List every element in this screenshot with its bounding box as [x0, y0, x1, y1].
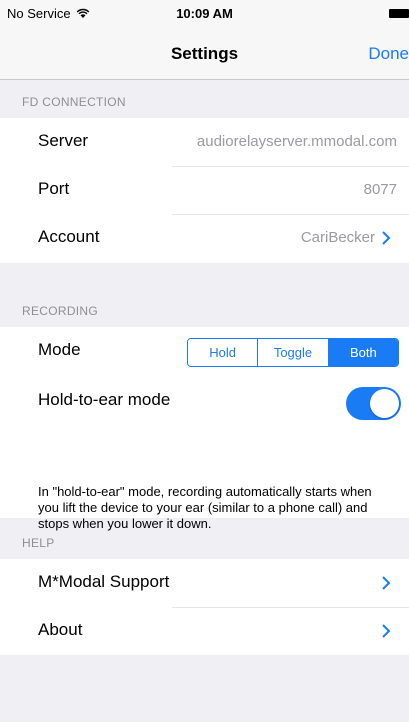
hold-to-ear-row: Hold-to-ear mode — [0, 377, 409, 429]
support-row[interactable]: M*Modal Support — [0, 559, 409, 607]
chevron-right-icon — [382, 624, 391, 638]
help-group: M*Modal Support About — [0, 559, 409, 655]
chevron-right-icon — [382, 231, 391, 245]
about-row[interactable]: About — [0, 607, 409, 655]
page-title: Settings — [170, 44, 239, 63]
done-button[interactable]: Done — [368, 44, 409, 64]
battery-icon — [389, 9, 409, 18]
account-value: CariBecker — [300, 229, 375, 246]
hold-to-ear-footnote: In "hold-to-ear" mode, recording automat… — [38, 484, 372, 531]
mode-option-toggle[interactable]: Toggle — [258, 339, 329, 366]
navigation-bar: Settings Done — [0, 28, 409, 80]
account-label: Account — [38, 227, 100, 246]
connection-group: Server audiorelayserver.mmodal.com Port … — [0, 118, 409, 263]
mode-row: Mode Hold Toggle Both — [0, 327, 409, 377]
section-header-connection: FD CONNECTION — [22, 95, 126, 109]
server-row[interactable]: Server audiorelayserver.mmodal.com — [0, 118, 409, 166]
server-label: Server — [38, 131, 89, 150]
toggle-knob — [370, 389, 399, 418]
port-row[interactable]: Port 8077 — [0, 166, 409, 214]
port-value[interactable]: 8077 — [364, 181, 397, 198]
account-row[interactable]: Account CariBecker — [0, 214, 409, 262]
status-bar: No Service 10:09 AM — [0, 0, 409, 28]
section-header-recording: RECORDING — [22, 304, 99, 318]
mode-label: Mode — [38, 340, 81, 359]
section-header-help: HELP — [22, 536, 55, 550]
hold-to-ear-toggle[interactable] — [346, 387, 401, 420]
about-label: About — [38, 620, 83, 639]
server-value[interactable]: audiorelayserver.mmodal.com — [197, 133, 397, 150]
chevron-right-icon — [382, 576, 391, 590]
support-label: M*Modal Support — [38, 572, 170, 591]
mode-segmented-control[interactable]: Hold Toggle Both — [187, 338, 399, 367]
status-time: 10:09 AM — [176, 6, 233, 21]
port-label: Port — [38, 179, 70, 198]
mode-option-hold[interactable]: Hold — [188, 339, 259, 366]
hold-to-ear-label: Hold-to-ear mode — [38, 390, 171, 409]
mode-option-both[interactable]: Both — [328, 339, 398, 366]
